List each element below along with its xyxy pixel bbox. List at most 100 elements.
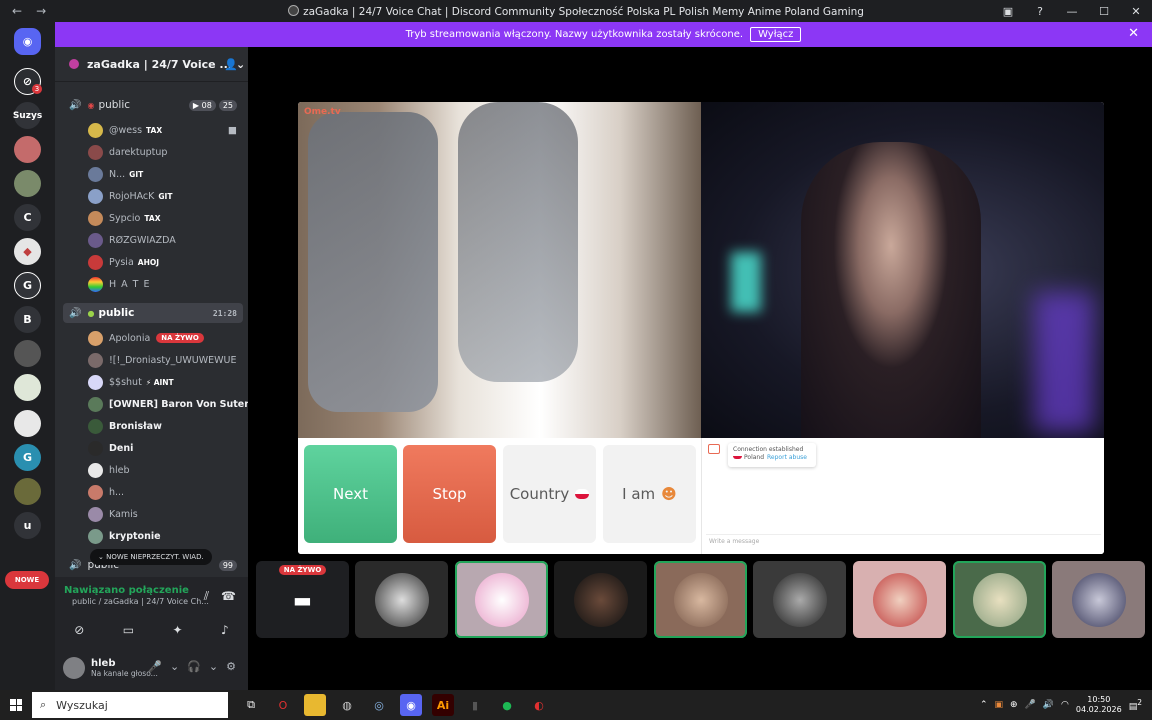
participant-tile[interactable] [654,561,747,638]
new-badge[interactable]: NOWE [5,571,49,589]
voice-member[interactable]: Sypcio TAX [88,208,160,228]
server-icon-4[interactable]: ◆ [14,238,41,265]
file-explorer-icon[interactable] [304,694,326,716]
participant-tile[interactable] [455,561,548,638]
participant-tile[interactable] [355,561,448,638]
task-view-icon[interactable]: ⧉ [240,694,262,716]
avatar [88,396,103,412]
voice-member[interactable]: $$shut ⚡ AINT [88,372,174,392]
server-icon-b[interactable]: B [14,306,41,333]
activities-icon[interactable]: ✦ [173,623,183,637]
discord-icon[interactable]: ◉ [400,694,422,716]
app-icon[interactable]: ◍ [336,694,358,716]
minimize-button[interactable]: — [1056,5,1088,18]
server-icon-6[interactable] [14,374,41,401]
volume-icon[interactable]: 🔊 [1043,700,1054,710]
camera-off-icon[interactable]: ⊘ [74,623,84,637]
avatar [88,528,103,544]
opera-icon[interactable]: O [272,694,294,716]
voice-member[interactable]: N... GIT [88,164,143,184]
notification-icon[interactable]: ▤2 [1129,698,1142,712]
server-icon-suzys[interactable]: Suzys [13,102,42,129]
microphone-icon[interactable]: 🎤 [148,660,162,673]
app-icon[interactable]: ▮ [464,694,486,716]
headphones-icon[interactable]: 🎧 [187,660,201,673]
voice-member[interactable]: hleb [88,460,130,480]
chat-message-input[interactable]: Write a message [706,534,1101,548]
taskbar-search[interactable]: ⌕ Wyszukaj [32,692,228,718]
voice-member[interactable]: RojoHAcK GIT [88,186,172,206]
country-button[interactable]: Country [503,445,596,543]
voice-member[interactable]: Bronisław [88,416,162,436]
help-icon[interactable]: ? [1024,5,1056,18]
voice-member[interactable]: h... [88,482,124,502]
voice-channel-public-1[interactable]: 🔊 ◉ public ▶ 08 25 [63,95,243,115]
voice-member[interactable]: [OWNER] Baron Von Sutenero [88,394,248,414]
close-notice-icon[interactable]: ✕ [1128,26,1139,41]
network-icon[interactable]: ⊕ [1010,700,1018,710]
inbox-icon[interactable]: ▣ [992,5,1024,18]
microphone-icon[interactable]: 🎤 [1025,700,1036,710]
settings-gear-icon[interactable]: ⚙ [226,660,236,673]
voice-actions: ⊘ ▭ ✦ ♪ [55,617,248,643]
spotify-icon[interactable]: ● [496,694,518,716]
server-icon-u[interactable]: u [14,512,41,539]
add-user-icon[interactable]: 👤 [224,58,238,71]
start-button[interactable] [0,690,32,720]
video-content [308,112,438,412]
stop-button[interactable]: Stop [403,445,496,543]
app-icon[interactable]: ◐ [528,694,550,716]
screen-share-icon[interactable]: ▭ [123,623,134,637]
steam-icon[interactable]: ◎ [368,694,390,716]
server-icon-8[interactable]: G [14,444,41,471]
chevron-down-icon[interactable]: ⌄ [209,660,218,673]
chevron-down-icon[interactable]: ⌄ [170,660,179,673]
participant-tile[interactable] [1052,561,1145,638]
server-icon-g[interactable]: G [14,272,41,299]
participant-tile-stream[interactable]: NA ŻYWO ▬ [256,561,349,638]
voice-member[interactable]: Apolonia NA ŻYWO [88,328,204,348]
clock[interactable]: 10:50 04.02.2026 [1076,695,1122,715]
disable-button[interactable]: Wyłącz [750,27,802,42]
voice-member[interactable]: H A T E [88,274,151,294]
soundboard-icon[interactable]: ♪ [221,623,229,637]
report-abuse-link[interactable]: Report abuse [767,454,807,461]
forward-arrow-icon[interactable]: → [36,4,46,18]
back-arrow-icon[interactable]: ← [12,4,22,18]
participant-tile[interactable] [753,561,846,638]
voice-member[interactable]: Kamis [88,504,138,524]
participant-tile[interactable] [853,561,946,638]
voice-member[interactable]: @wess TAX ■ [88,120,237,140]
close-button[interactable]: ✕ [1120,5,1152,18]
tray-app-icon[interactable]: ▣ [995,700,1004,710]
speaker-icon: 🔊 [69,559,82,571]
participant-tile[interactable] [554,561,647,638]
user-avatar[interactable] [63,656,85,679]
voice-member[interactable]: darektuptup [88,142,167,162]
participant-tile[interactable] [953,561,1046,638]
noise-suppression-icon[interactable]: ⫽ [204,589,209,604]
server-icon-9[interactable] [14,478,41,505]
voice-channel-public-2[interactable]: 🔊 ● public 21:28 [63,303,243,323]
chevron-up-icon[interactable]: ⌃ [980,700,988,710]
disconnect-icon[interactable]: ☎ [221,589,236,604]
server-header[interactable]: zaGadka | 24/7 Voice ... ⌄ 👤 [55,47,248,82]
voice-member[interactable]: RØZGWIAZDA [88,230,176,250]
wifi-icon[interactable]: ◠ [1061,700,1069,710]
server-icon-7[interactable] [14,410,41,437]
voice-member[interactable]: Deni [88,438,133,458]
avatar [88,144,103,160]
server-icon-c[interactable]: C [14,204,41,231]
i-am-button[interactable]: I am ☻ [603,445,696,543]
voice-member[interactable]: ![!_Droniasty_UWUWEWUE [88,350,236,370]
voice-member[interactable]: kryptonie [88,526,161,546]
new-unread-messages-pill[interactable]: ⌄ NOWE NIEPRZECZYT. WIAD. [90,549,212,565]
next-button[interactable]: Next [304,445,397,543]
server-icon-5[interactable] [14,340,41,367]
server-icon-2[interactable] [14,136,41,163]
discord-home-icon[interactable]: ◉ [14,28,41,55]
voice-member[interactable]: Pysia AHOJ [88,252,159,272]
maximize-button[interactable]: ☐ [1088,5,1120,18]
illustrator-icon[interactable]: Ai [432,694,454,716]
server-icon-3[interactable] [14,170,41,197]
